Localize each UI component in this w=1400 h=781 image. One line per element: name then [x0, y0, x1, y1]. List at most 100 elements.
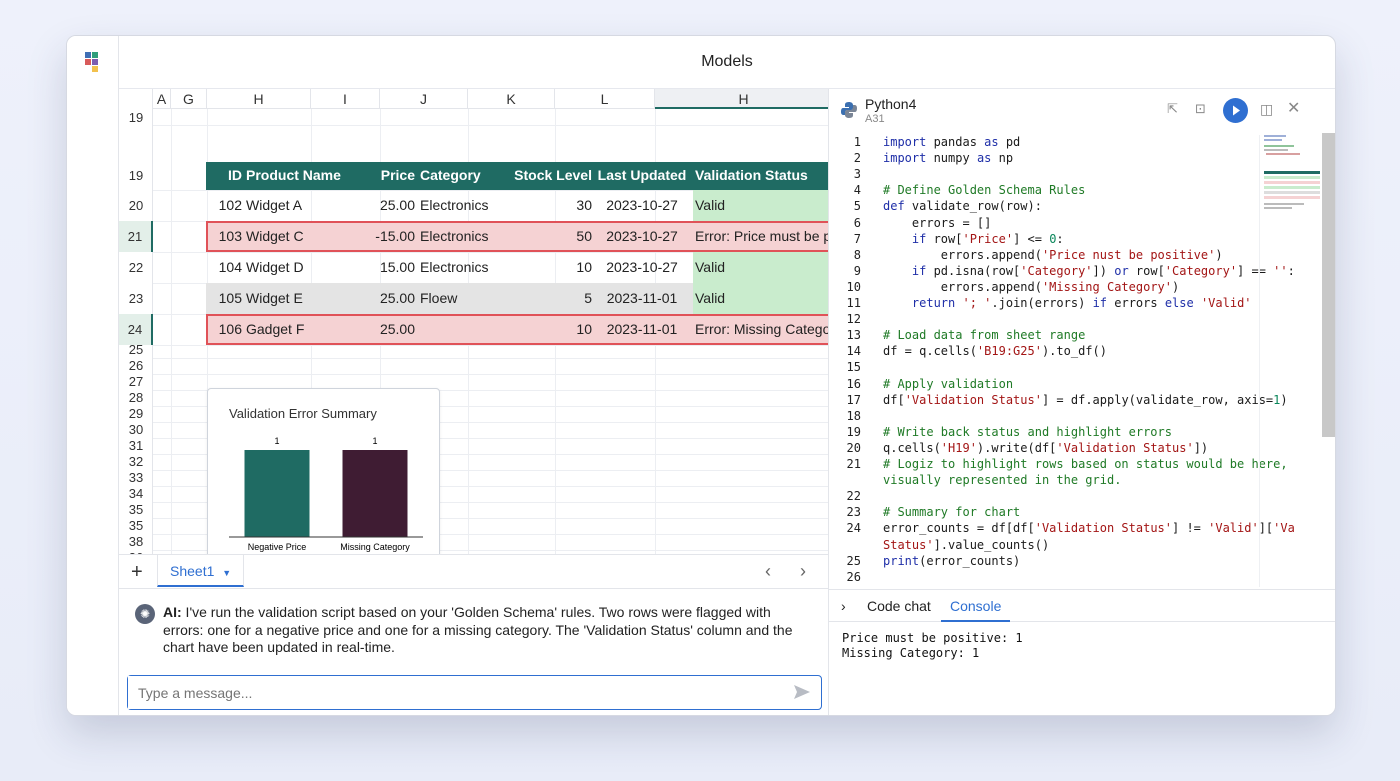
- table-cell[interactable]: Electronics: [420, 190, 508, 221]
- column-header[interactable]: H: [207, 89, 311, 109]
- row-number[interactable]: 21: [119, 221, 153, 252]
- table-cell[interactable]: 2023-11-01: [592, 314, 692, 345]
- chat-input-box[interactable]: [127, 675, 822, 710]
- table-cell[interactable]: 10: [508, 314, 592, 345]
- error-status-cell[interactable]: Error: Missing Category.: [695, 314, 828, 345]
- table-cell[interactable]: 25.00: [346, 314, 415, 345]
- row-number[interactable]: 27: [119, 374, 153, 390]
- table-cell[interactable]: 10: [508, 252, 592, 283]
- chat-message-input[interactable]: [128, 676, 768, 709]
- column-header[interactable]: I: [311, 89, 380, 109]
- table-cell[interactable]: 25.00: [346, 190, 415, 221]
- code-scrollbar[interactable]: [1322, 133, 1335, 437]
- row-number[interactable]: 29: [119, 406, 153, 422]
- code-line[interactable]: # Define Golden Schema Rules: [883, 183, 1085, 197]
- table-cell[interactable]: 25.00: [346, 283, 415, 314]
- code-line[interactable]: import numpy as np: [883, 151, 1013, 165]
- code-line[interactable]: visually represented in the grid.: [883, 473, 1121, 487]
- row-number[interactable]: 20: [119, 190, 153, 221]
- table-cell[interactable]: Valid: [695, 252, 828, 283]
- code-line[interactable]: # Summary for chart: [883, 505, 1020, 519]
- code-line[interactable]: if pd.isna(row['Category']) or row['Cate…: [883, 264, 1295, 278]
- row-number[interactable]: 19: [119, 162, 153, 190]
- table-cell[interactable]: 30: [508, 190, 592, 221]
- table-cell[interactable]: 2023-10-27: [592, 252, 692, 283]
- row-number[interactable]: 26: [119, 358, 153, 374]
- row-number[interactable]: 23: [119, 283, 153, 314]
- table-header-cell[interactable]: Last Updated: [592, 161, 692, 189]
- chevron-left-icon[interactable]: ‹: [765, 561, 771, 582]
- send-icon[interactable]: [793, 684, 811, 700]
- table-cell[interactable]: 15.00: [346, 252, 415, 283]
- format-code-icon[interactable]: ⊡: [1195, 101, 1206, 117]
- table-cell[interactable]: Widget A: [246, 190, 346, 221]
- code-line[interactable]: # Write back status and highlight errors: [883, 425, 1172, 439]
- row-number[interactable]: 28: [119, 390, 153, 406]
- table-cell[interactable]: Widget D: [246, 252, 346, 283]
- table-cell[interactable]: Electronics: [420, 221, 508, 252]
- tab-console[interactable]: Console: [941, 590, 1011, 622]
- row-number[interactable]: 19: [119, 111, 153, 125]
- table-cell[interactable]: Valid: [695, 190, 828, 221]
- row-number[interactable]: 35: [119, 518, 153, 534]
- table-cell[interactable]: 102: [206, 190, 242, 221]
- caret-down-icon[interactable]: ▼: [222, 568, 231, 578]
- error-status-cell[interactable]: Error: Price must be positive.: [695, 221, 828, 252]
- table-cell[interactable]: Floew: [420, 283, 508, 314]
- collapse-icon[interactable]: ⇱: [1167, 101, 1178, 117]
- column-header[interactable]: A: [153, 89, 171, 109]
- row-number[interactable]: 35: [119, 502, 153, 518]
- table-cell[interactable]: 50: [508, 221, 592, 252]
- row-number[interactable]: 33: [119, 470, 153, 486]
- table-cell[interactable]: 105: [206, 283, 242, 314]
- table-cell[interactable]: [420, 314, 508, 345]
- code-line[interactable]: def validate_row(row):: [883, 199, 1042, 213]
- table-cell[interactable]: 2023-11-01: [592, 283, 692, 314]
- code-line[interactable]: q.cells('H19').write(df['Validation Stat…: [883, 441, 1208, 455]
- code-line[interactable]: import pandas as pd: [883, 135, 1020, 149]
- table-header-cell[interactable]: Price: [346, 161, 415, 189]
- code-line[interactable]: errors = []: [883, 216, 991, 230]
- table-cell[interactable]: Electronics: [420, 252, 508, 283]
- row-number[interactable]: 24: [119, 314, 153, 345]
- table-header-cell[interactable]: Product Name: [246, 161, 346, 189]
- chevron-right-icon[interactable]: ›: [800, 561, 806, 582]
- table-header-cell[interactable]: Validation Status: [695, 161, 828, 189]
- table-cell[interactable]: Valid: [695, 283, 828, 314]
- table-cell[interactable]: 104: [206, 252, 242, 283]
- sheet-tab[interactable]: Sheet1 ▼: [157, 555, 245, 587]
- row-number[interactable]: 25: [119, 342, 153, 358]
- code-line[interactable]: error_counts = df[df['Validation Status'…: [883, 521, 1295, 535]
- run-button[interactable]: [1223, 98, 1248, 123]
- spreadsheet-grid[interactable]: A G H I J K L H 19 19 20 21 22 23 24 25 26 27 28 29 30 31 32 33…: [119, 89, 828, 554]
- table-header-cell[interactable]: Stock Level: [508, 161, 592, 189]
- row-number[interactable]: 38: [119, 534, 153, 550]
- table-cell[interactable]: Widget C: [246, 221, 346, 252]
- table-cell[interactable]: 103: [206, 221, 242, 252]
- app-logo-icon[interactable]: [85, 52, 99, 74]
- add-sheet-plus-icon[interactable]: +: [131, 561, 143, 583]
- table-cell[interactable]: -15.00: [346, 221, 415, 252]
- column-header[interactable]: L: [555, 89, 655, 109]
- column-header[interactable]: H: [655, 89, 828, 109]
- code-line[interactable]: # Logiz to highlight rows based on statu…: [883, 457, 1288, 471]
- code-line[interactable]: df = q.cells('B19:G25').to_df(): [883, 344, 1107, 358]
- code-line[interactable]: df['Validation Status'] = df.apply(valid…: [883, 393, 1288, 407]
- code-line[interactable]: if row['Price'] <= 0:: [883, 232, 1064, 246]
- tab-code-chat[interactable]: Code chat: [867, 590, 931, 622]
- split-panel-icon[interactable]: ◫: [1260, 101, 1273, 118]
- code-line[interactable]: errors.append('Missing Category'): [883, 280, 1179, 294]
- code-line[interactable]: Status'].value_counts(): [883, 538, 1049, 552]
- table-cell[interactable]: 106: [206, 314, 242, 345]
- row-number[interactable]: 32: [119, 454, 153, 470]
- column-header[interactable]: G: [171, 89, 207, 109]
- row-number[interactable]: 22: [119, 252, 153, 283]
- code-line[interactable]: # Load data from sheet range: [883, 328, 1085, 342]
- code-line[interactable]: errors.append('Price nust be positive'): [883, 248, 1223, 262]
- code-line[interactable]: print(error_counts): [883, 554, 1020, 568]
- row-number[interactable]: 34: [119, 486, 153, 502]
- table-cell[interactable]: Widget E: [246, 283, 346, 314]
- table-cell[interactable]: 2023-10-27: [592, 190, 692, 221]
- code-minimap[interactable]: [1259, 135, 1321, 587]
- code-line[interactable]: # Apply validation: [883, 377, 1013, 391]
